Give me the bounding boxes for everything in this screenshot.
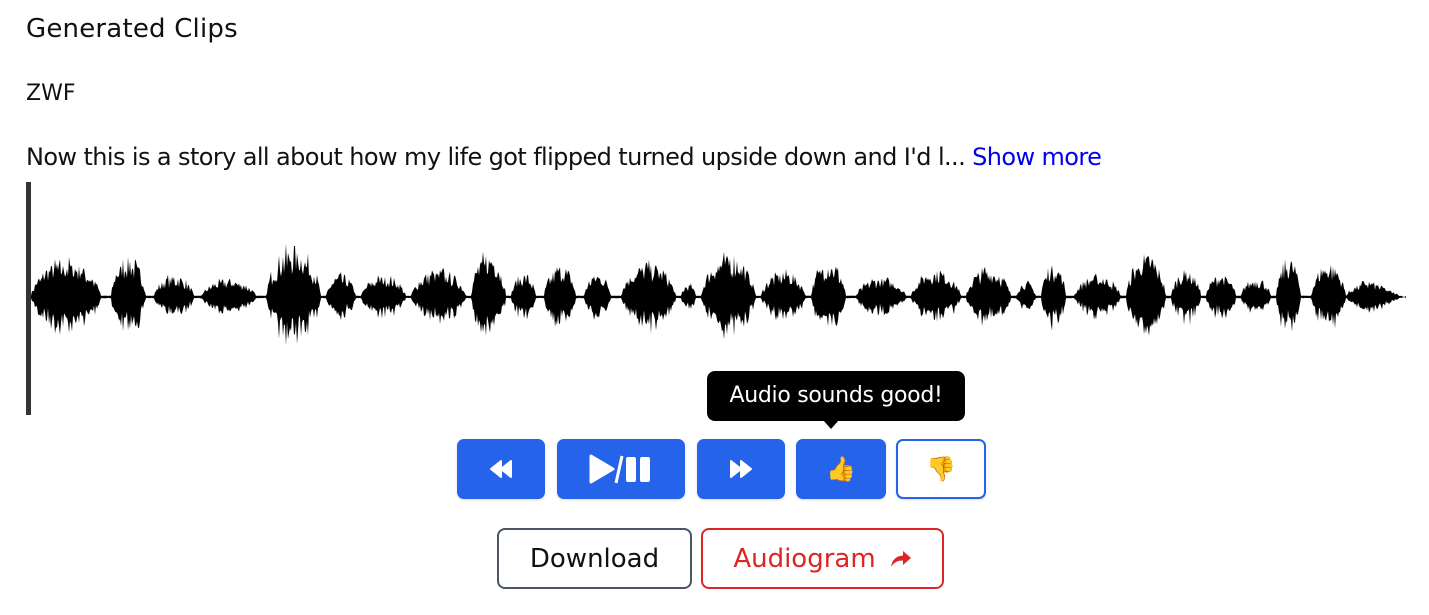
share-arrow-icon xyxy=(890,550,911,567)
playhead-cursor[interactable] xyxy=(26,182,31,415)
download-label: Download xyxy=(529,543,660,574)
audiogram-label: Audiogram xyxy=(733,543,876,574)
fast-forward-icon xyxy=(730,460,752,478)
waveform-path xyxy=(31,243,1406,346)
rewind-button[interactable] xyxy=(457,439,545,499)
play-pause-icon xyxy=(589,454,650,484)
thumbs-up-button[interactable]: 👍 xyxy=(796,439,886,499)
clip-description: Now this is a story all about how my lif… xyxy=(26,143,1102,171)
play-pause-button[interactable] xyxy=(557,439,685,499)
tooltip: Audio sounds good! xyxy=(707,371,965,421)
rewind-icon xyxy=(490,460,512,478)
audiogram-button[interactable]: Audiogram xyxy=(701,528,944,589)
thumbs-down-button[interactable]: 👎 xyxy=(896,439,986,499)
clip-description-text: Now this is a story all about how my lif… xyxy=(26,143,966,171)
show-more-link[interactable]: Show more xyxy=(972,143,1102,171)
page-title: Generated Clips xyxy=(26,14,238,44)
fast-forward-button[interactable] xyxy=(697,439,785,499)
thumbs-up-icon: 👍 xyxy=(826,455,856,483)
tooltip-arrow xyxy=(823,420,839,429)
thumbs-down-icon: 👎 xyxy=(926,455,956,483)
download-button[interactable]: Download xyxy=(497,528,692,589)
voice-name: ZWF xyxy=(26,81,76,106)
